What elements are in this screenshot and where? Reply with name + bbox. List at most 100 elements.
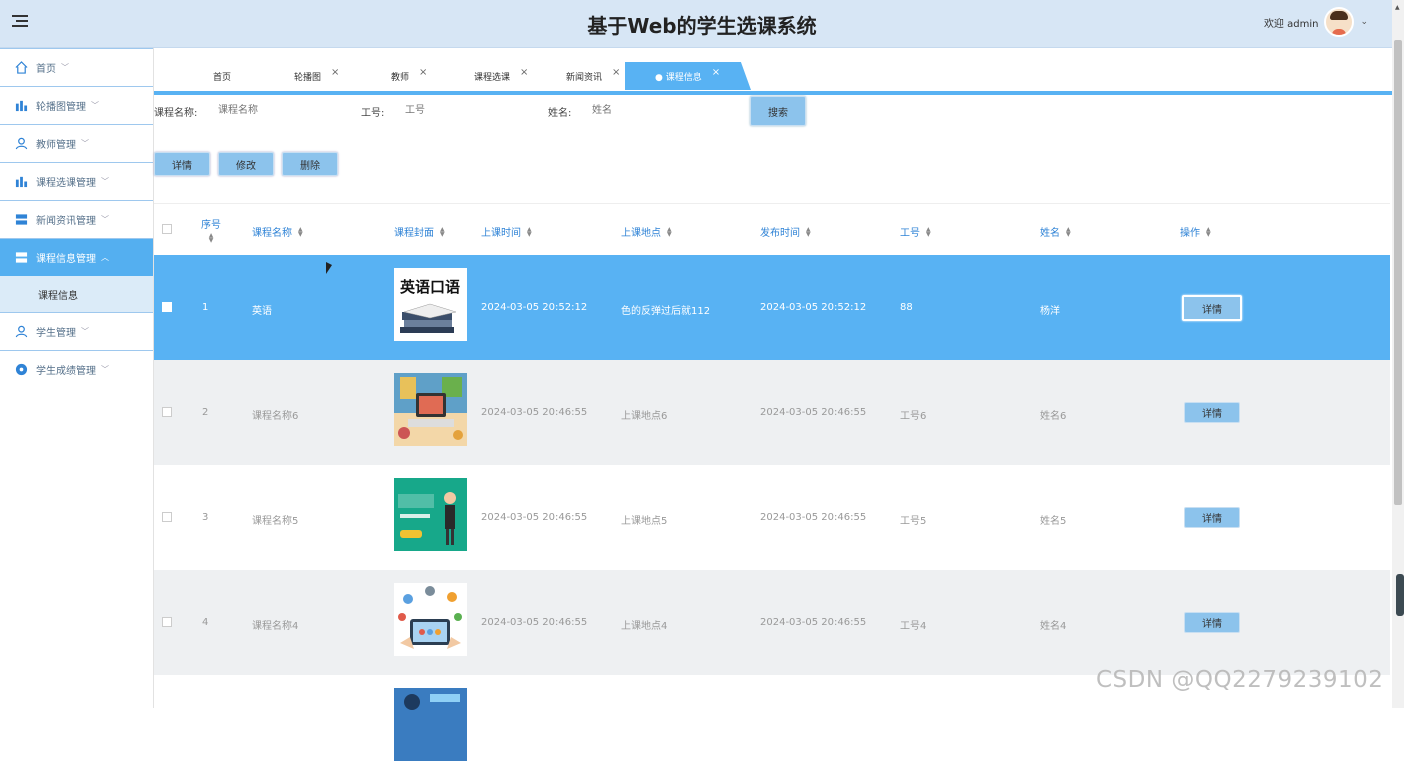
course-name-label: 课程名称: xyxy=(154,108,198,119)
sort-icon: ▲ ▼ xyxy=(527,225,532,238)
close-icon[interactable]: × xyxy=(712,67,720,78)
header-label: 工号 xyxy=(900,228,920,239)
tab-teacher[interactable]: 教师 × xyxy=(391,62,427,90)
chart-icon xyxy=(14,175,28,189)
sidebar-item-student[interactable]: 学生管理 ﹀ xyxy=(0,312,153,350)
cell-teacher-id: 工号5 xyxy=(900,516,927,527)
row-detail-button[interactable]: 详情 xyxy=(1184,612,1240,633)
scroll-up-icon[interactable]: ▲ xyxy=(1395,4,1400,11)
tab-course-select[interactable]: 课程选课 × xyxy=(474,62,528,90)
col-no[interactable]: 序号 ▲ ▼ xyxy=(201,216,221,244)
tab-carousel[interactable]: 轮播图 × xyxy=(294,62,339,90)
cell-publish-time: 2024-03-05 20:46:55 xyxy=(760,617,867,628)
sidebar-item-teacher[interactable]: 教师管理 ﹀ xyxy=(0,124,153,162)
row-detail-button[interactable]: 详情 xyxy=(1182,295,1242,321)
col-teacher-id[interactable]: 工号 ▲ ▼ xyxy=(900,224,931,239)
sidebar-item-course-select[interactable]: 课程选课管理 ﹀ xyxy=(0,162,153,200)
cell-publish-time: 2024-03-05 20:46:55 xyxy=(760,512,867,523)
row-detail-button[interactable]: 详情 xyxy=(1184,507,1240,528)
tab-label: ● 课程信息 xyxy=(655,72,702,83)
sort-icon: ▲ ▼ xyxy=(667,225,672,238)
chevron-down-icon[interactable]: ⌄ xyxy=(1360,17,1368,27)
col-cover[interactable]: 课程封面 ▲ ▼ xyxy=(394,224,445,239)
sidebar-item-label: 课程信息管理 xyxy=(36,254,96,265)
course-table: 序号 ▲ ▼ 课程名称 ▲ ▼ 课程封面 ▲ ▼ 上课时间 ▲ ▼ 上课地点 ▲ ▼ 发布时间 ▲ ▼ … xyxy=(154,203,1390,780)
tab-news[interactable]: 新闻资讯 × xyxy=(566,62,620,90)
table-row[interactable]: 3 课程名称5 2024-03-05 20:46:55 上课地点5 2024-0… xyxy=(154,465,1390,570)
select-all-checkbox[interactable] xyxy=(162,224,172,234)
table-row[interactable]: 1 英语 英语口语 2024-03-05 20:52:12 色的反弹过后就112… xyxy=(154,255,1390,360)
col-name[interactable]: 姓名 ▲ ▼ xyxy=(1040,224,1071,239)
col-place[interactable]: 上课地点 ▲ ▼ xyxy=(621,224,672,239)
table-row[interactable]: 2 课程名称6 2024-03-05 20:46:55 上课地点6 2024-0… xyxy=(154,360,1390,465)
side-handle[interactable] xyxy=(1396,574,1404,616)
cell-name: 杨洋 xyxy=(1040,306,1060,317)
scrollbar-thumb[interactable] xyxy=(1394,40,1402,505)
sidebar-item-home[interactable]: 首页 ﹀ xyxy=(0,48,153,86)
row-checkbox[interactable] xyxy=(162,617,172,627)
col-operation[interactable]: 操作 ▲ ▼ xyxy=(1180,224,1211,239)
cell-course-name: 课程名称6 xyxy=(252,411,299,422)
chevron-up-icon: ︿ xyxy=(101,253,109,262)
col-class-time[interactable]: 上课时间 ▲ ▼ xyxy=(481,224,532,239)
server-icon xyxy=(14,251,28,265)
tab-label: 首页 xyxy=(213,72,232,83)
table-header: 序号 ▲ ▼ 课程名称 ▲ ▼ 课程封面 ▲ ▼ 上课时间 ▲ ▼ 上课地点 ▲ ▼ 发布时间 ▲ ▼ … xyxy=(154,203,1390,255)
close-icon[interactable]: × xyxy=(520,67,528,78)
header-label: 操作 xyxy=(1180,228,1200,239)
row-checkbox[interactable] xyxy=(162,512,172,522)
close-icon[interactable]: × xyxy=(331,67,339,78)
sidebar-item-label: 学生成绩管理 xyxy=(36,366,96,377)
search-button[interactable]: 搜索 xyxy=(750,96,806,126)
watermark: CSDN @QQ2279239102 xyxy=(1096,667,1384,693)
chevron-down-icon: ﹀ xyxy=(81,139,89,148)
row-checkbox[interactable] xyxy=(162,302,172,312)
tab-label: 新闻资讯 xyxy=(566,72,603,83)
sidebar-item-label: 新闻资讯管理 xyxy=(36,216,96,227)
cover-text: 英语口语 xyxy=(400,278,460,296)
course-cover-image xyxy=(394,373,467,446)
cell-class-time: 2024-03-05 20:52:12 xyxy=(481,302,588,313)
close-icon[interactable]: × xyxy=(612,67,620,78)
cell-name: 姓名4 xyxy=(1040,621,1067,632)
col-publish-time[interactable]: 发布时间 ▲ ▼ xyxy=(760,224,811,239)
cell-teacher-id: 工号4 xyxy=(900,621,927,632)
header-label: 姓名 xyxy=(1040,228,1060,239)
delete-button[interactable]: 删除 xyxy=(282,152,338,176)
sidebar-item-label: 教师管理 xyxy=(36,140,76,151)
avatar[interactable] xyxy=(1324,7,1355,37)
sidebar-subitem-course-info[interactable]: 课程信息 xyxy=(0,276,153,312)
sidebar-item-carousel[interactable]: 轮播图管理 ﹀ xyxy=(0,86,153,124)
header-label: 序号 xyxy=(201,220,221,231)
cell-publish-time: 2024-03-05 20:46:55 xyxy=(760,407,867,418)
row-checkbox[interactable] xyxy=(162,407,172,417)
tab-course-info[interactable]: ● 课程信息 × xyxy=(625,62,751,90)
sidebar-item-course-info[interactable]: 课程信息管理 ︿ xyxy=(0,238,153,276)
edit-button[interactable]: 修改 xyxy=(218,152,274,176)
teacher-id-input[interactable] xyxy=(405,100,525,120)
sort-icon: ▲ ▼ xyxy=(806,225,811,238)
row-detail-button[interactable]: 详情 xyxy=(1184,402,1240,423)
server-icon xyxy=(14,213,28,227)
name-label: 姓名: xyxy=(548,108,572,119)
cell-no: 4 xyxy=(202,617,209,628)
close-icon[interactable]: × xyxy=(419,67,427,78)
course-name-input[interactable] xyxy=(218,100,338,120)
table-row[interactable]: 4 课程名称4 2024-03-05 20:46:55 上课地点4 2024-0… xyxy=(154,570,1390,675)
tab-label: 教师 xyxy=(391,72,410,83)
user-menu[interactable]: 欢迎 admin ⌄ xyxy=(1264,7,1368,37)
cell-place: 上课地点5 xyxy=(621,516,668,527)
col-course-name[interactable]: 课程名称 ▲ ▼ xyxy=(252,224,303,239)
cell-place: 上课地点4 xyxy=(621,621,668,632)
cell-course-name: 课程名称4 xyxy=(252,621,299,632)
detail-button[interactable]: 详情 xyxy=(154,152,210,176)
sidebar-item-news[interactable]: 新闻资讯管理 ﹀ xyxy=(0,200,153,238)
cell-class-time: 2024-03-05 20:46:55 xyxy=(481,617,588,628)
sidebar-item-score[interactable]: 学生成绩管理 ﹀ xyxy=(0,350,153,388)
sort-icon: ▲ ▼ xyxy=(440,225,445,238)
user-icon xyxy=(14,325,28,339)
name-input[interactable] xyxy=(592,100,712,120)
cell-name: 姓名6 xyxy=(1040,411,1067,422)
tab-home[interactable]: 首页 xyxy=(213,62,231,90)
home-icon xyxy=(14,61,28,75)
